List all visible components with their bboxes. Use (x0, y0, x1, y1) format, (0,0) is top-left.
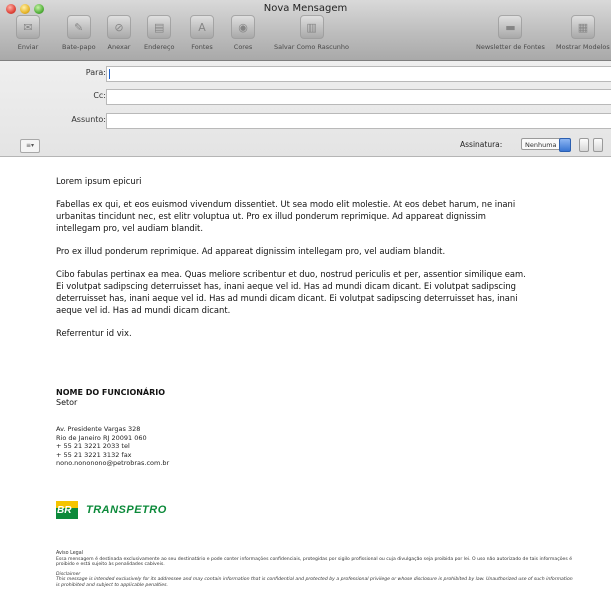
send-icon: ✉ (16, 15, 40, 39)
extra-options-button[interactable] (593, 138, 603, 152)
fax-line: + 55 21 3221 3132 fax (56, 450, 132, 459)
disclaimer-text: This message is intended exclusively for… (56, 577, 573, 588)
subject-label: Assunto: (71, 115, 106, 124)
employee-name: NOME DO FUNCIONÁRIO (56, 388, 166, 397)
cc-label: Cc: (93, 91, 106, 100)
window-titlebar: Nova Mensagem ✉ Enviar ✎ Bate-papo ⊘ Ane… (0, 0, 611, 61)
body-paragraph: Fabellas ex qui, et eos euismod vivendum… (56, 199, 516, 233)
newsletter-icon: ▬ (498, 15, 523, 39)
legal-text: Essa mensagem é destinada exclusivamente… (56, 556, 573, 568)
message-header: Para: Cc: Assunto: ≡▾ Assinatura: Nenhum… (0, 61, 611, 157)
body-paragraph: Lorem ipsum epicuri (56, 176, 142, 186)
show-templates-button[interactable]: ▦ Mostrar Modelos (556, 15, 610, 51)
font-newsletter-button[interactable]: ▬ Newsletter de Fontes (476, 15, 545, 51)
address-line: Av. Presidente Vargas 328 (56, 425, 141, 433)
priority-button[interactable] (579, 138, 589, 152)
send-button[interactable]: ✉ Enviar (16, 15, 40, 51)
to-row: Para: (0, 66, 611, 82)
message-body[interactable]: Lorem ipsum epicuri Fabellas ex qui, et … (56, 175, 526, 350)
window-title: Nova Mensagem (263, 3, 348, 14)
cc-field[interactable] (106, 89, 611, 105)
address-block: Av. Presidente Vargas 328 Rio de Janeiro… (56, 425, 169, 468)
save-draft-button[interactable]: ▥ Salvar Como Rascunho (274, 15, 349, 51)
to-label: Para: (85, 68, 106, 77)
fonts-button[interactable]: A Fontes (190, 15, 214, 51)
to-field[interactable] (106, 66, 611, 82)
chat-icon: ✎ (66, 15, 91, 39)
colors-button[interactable]: ◉ Cores (231, 15, 255, 51)
templates-icon: ▦ (570, 15, 595, 39)
signature-block: NOME DO FUNCIONÁRIO Setor (56, 388, 165, 407)
body-paragraph: Referrentur id vix. (56, 328, 132, 338)
employee-department: Setor (56, 398, 78, 407)
signature-bar: ≡▾ Assinatura: Nenhuma (0, 135, 611, 155)
header-options-button[interactable]: ≡▾ (20, 139, 40, 153)
attach-button[interactable]: ⊘ Anexar (107, 15, 131, 51)
fonts-icon: A (190, 15, 214, 39)
body-paragraph: Pro ex illud ponderum reprimique. Ad app… (56, 246, 446, 256)
text-caret (109, 69, 110, 79)
paperclip-icon: ⊘ (107, 15, 131, 39)
cc-row: Cc: (0, 89, 611, 105)
body-paragraph: Cibo fabulas pertinax ea mea. Quas melio… (56, 269, 526, 315)
color-wheel-icon: ◉ (231, 15, 255, 39)
transpetro-logo: BR TRANSPETRO (56, 501, 167, 519)
address-line: Rio de Janeiro RJ 20091 060 (56, 433, 147, 442)
logo-wordmark: TRANSPETRO (86, 504, 167, 516)
chevron-updown-icon (559, 138, 571, 152)
signature-label: Assinatura: (460, 140, 503, 149)
subject-field[interactable] (106, 113, 611, 129)
signature-select[interactable]: Nenhuma (521, 138, 571, 152)
br-logo-icon: BR (56, 501, 78, 519)
email-line: nono.nononono@petrobras.com.br (56, 459, 170, 467)
draft-icon: ▥ (299, 15, 324, 39)
chat-button[interactable]: ✎ Bate-papo (62, 15, 96, 51)
legal-notice: Aviso Legal Essa mensagem é destinada ex… (56, 551, 576, 589)
address-book-icon: ▤ (147, 15, 172, 39)
subject-row: Assunto: (0, 113, 611, 129)
phone-line: + 55 21 3221 2033 tel (56, 442, 130, 450)
address-button[interactable]: ▤ Endereço (144, 15, 174, 51)
